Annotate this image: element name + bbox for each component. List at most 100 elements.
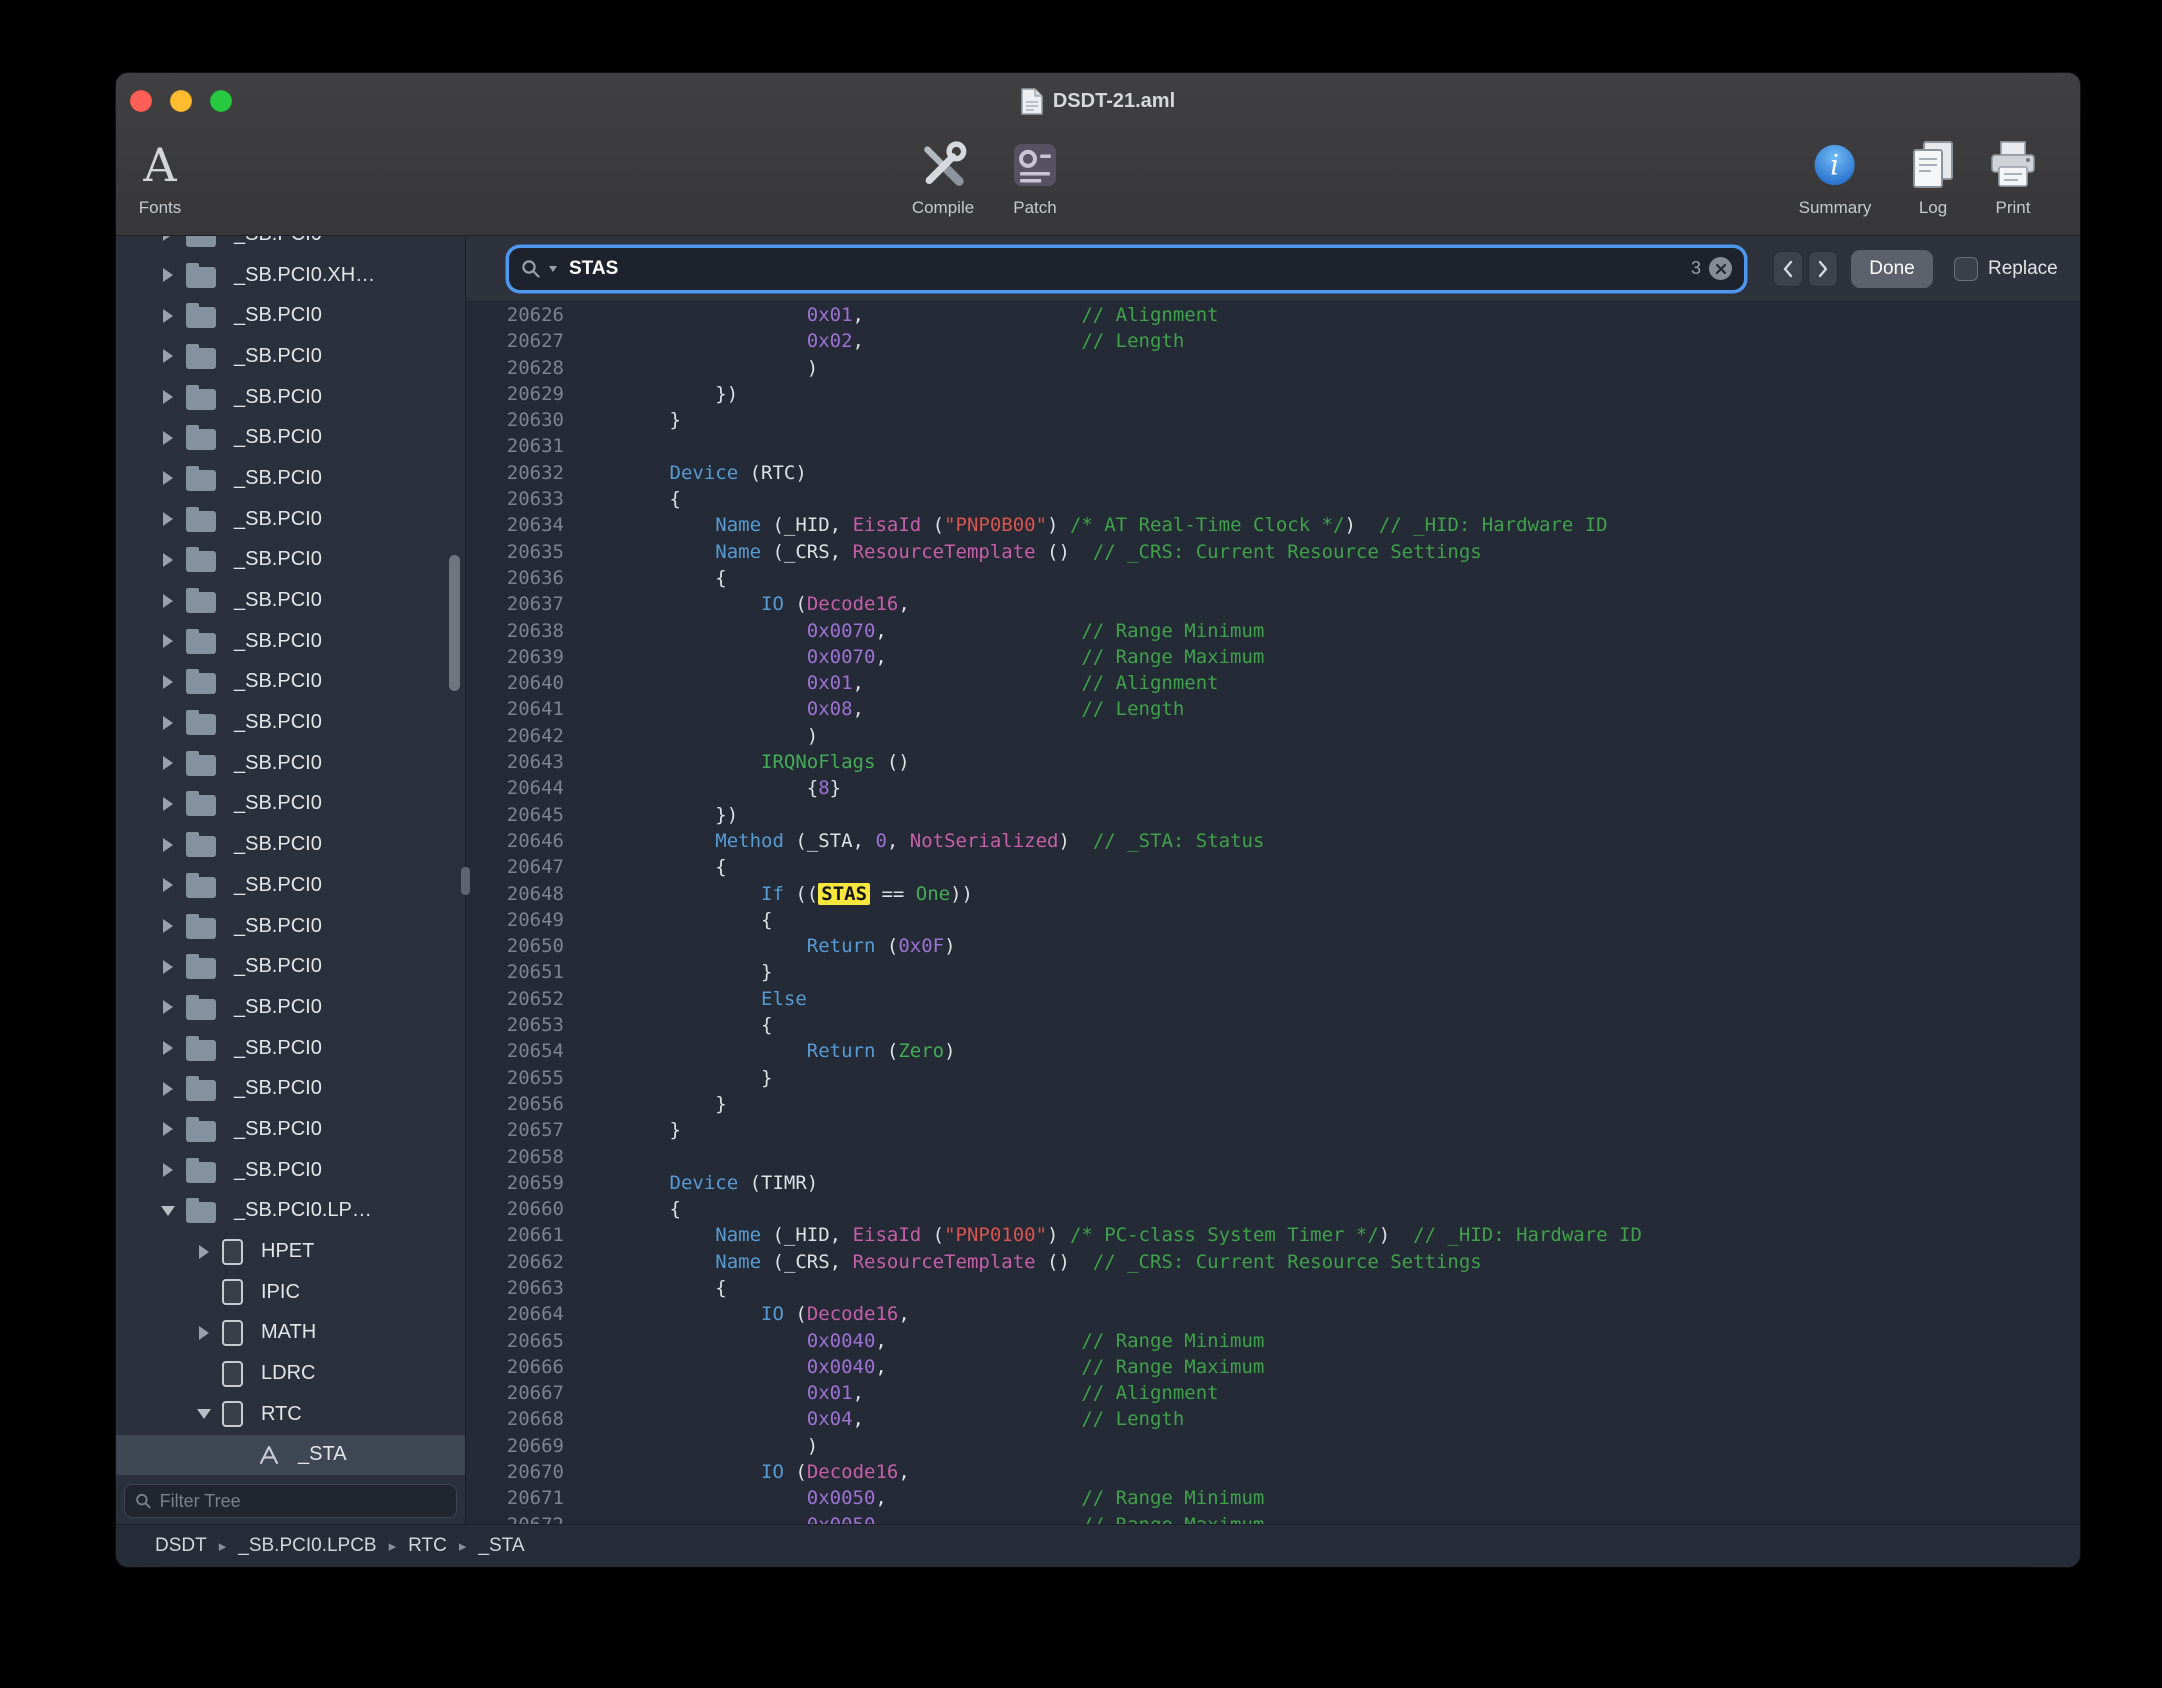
tree-item-_sb-pci0[interactable]: _SB.PCI0: [116, 1150, 465, 1191]
tree-item-_sb-pci0-lp[interactable]: _SB.PCI0.LP…: [116, 1191, 465, 1232]
tree-item-_sb-pci0[interactable]: _SB.PCI0: [116, 336, 465, 377]
disclosure-collapsed-icon[interactable]: [154, 1000, 182, 1014]
tree-item-label: _SB.PCI0: [234, 833, 322, 856]
find-next-button[interactable]: [1808, 251, 1838, 287]
disclosure-collapsed-icon[interactable]: [154, 797, 182, 811]
tree-item-hpet[interactable]: HPET: [116, 1231, 465, 1272]
tree-item-_sb-pci0-xh[interactable]: _SB.PCI0.XH…: [116, 255, 465, 296]
disclosure-collapsed-icon[interactable]: [154, 236, 182, 241]
summary-button[interactable]: i Summary: [1799, 133, 1872, 218]
done-button[interactable]: Done: [1851, 250, 1933, 288]
filter-field[interactable]: [124, 1484, 457, 1518]
find-previous-button[interactable]: [1773, 251, 1803, 287]
tree-item-_sb-pci0[interactable]: _SB.PCI0: [116, 540, 465, 581]
tree-item-rtc[interactable]: RTC: [116, 1394, 465, 1435]
line-number: 20669: [466, 1433, 578, 1459]
disclosure-collapsed-icon[interactable]: [154, 471, 182, 485]
disclosure-collapsed-icon[interactable]: [154, 756, 182, 770]
tree-item-_sb-pci0[interactable]: _SB.PCI0: [116, 580, 465, 621]
code-text: Method (_STA, 0, NotSerialized) // _STA:…: [578, 828, 2080, 854]
disclosure-collapsed-icon[interactable]: [154, 675, 182, 689]
disclosure-expanded-icon[interactable]: [190, 1409, 218, 1419]
disclosure-collapsed-icon[interactable]: [154, 1082, 182, 1096]
folder-icon: [186, 714, 216, 735]
disclosure-collapsed-icon[interactable]: [154, 390, 182, 404]
sidebar-scrollbar[interactable]: [449, 555, 460, 691]
disclosure-expanded-icon[interactable]: [154, 1206, 182, 1216]
code-editor[interactable]: 20626 0x01, // Alignment20627 0x02, // L…: [466, 302, 2080, 1524]
tree-item-_sb-pci0[interactable]: _SB.PCI0: [116, 1068, 465, 1109]
tree-item-_sb-pci0[interactable]: _SB.PCI0: [116, 662, 465, 703]
disclosure-collapsed-icon[interactable]: [154, 268, 182, 282]
tree-item-_sb-pci0[interactable]: _SB.PCI0: [116, 702, 465, 743]
disclosure-collapsed-icon[interactable]: [154, 878, 182, 892]
breadcrumb-item-_sb-pci0-lpcb[interactable]: _SB.PCI0.LPCB: [238, 1535, 376, 1557]
pane-splitter-handle[interactable]: [461, 867, 470, 895]
code-text: 0x0040, // Range Minimum: [578, 1328, 2080, 1354]
tree-item-_sb-pci0[interactable]: _SB.PCI0: [116, 1109, 465, 1150]
code-line-20649: 20649 {: [466, 907, 2080, 933]
tree-item-ipic[interactable]: IPIC: [116, 1272, 465, 1313]
tree-item-label: _SB.PCI0: [234, 345, 322, 368]
titlebar[interactable]: DSDT-21.aml: [116, 73, 2080, 129]
disclosure-collapsed-icon[interactable]: [154, 431, 182, 445]
tree-item-_sb-pci0[interactable]: _SB.PCI0: [116, 865, 465, 906]
disclosure-collapsed-icon[interactable]: [154, 960, 182, 974]
tree-item-_sb-pci0[interactable]: _SB.PCI0: [116, 824, 465, 865]
disclosure-collapsed-icon[interactable]: [154, 1122, 182, 1136]
disclosure-collapsed-icon[interactable]: [154, 838, 182, 852]
replace-checkbox[interactable]: [1954, 257, 1978, 281]
breadcrumb-item-rtc[interactable]: RTC: [408, 1535, 447, 1557]
line-number: 20633: [466, 486, 578, 512]
tree-item-_sb-pci0[interactable]: _SB.PCI0: [116, 784, 465, 825]
tree-item-_sb-pci0[interactable]: _SB.PCI0: [116, 946, 465, 987]
print-button[interactable]: Print: [1985, 133, 2041, 218]
triangle: [161, 1206, 175, 1216]
disclosure-collapsed-icon[interactable]: [154, 349, 182, 363]
tree-item-_sb-pci0[interactable]: _SB.PCI0: [116, 295, 465, 336]
filter-tree-input[interactable]: [160, 1491, 446, 1512]
disclosure-collapsed-icon[interactable]: [154, 716, 182, 730]
disclosure-collapsed-icon[interactable]: [190, 1326, 218, 1340]
clear-search-button[interactable]: [1709, 257, 1732, 280]
code-text: IRQNoFlags (): [578, 749, 2080, 775]
tree-item-_sb-pci0[interactable]: _SB.PCI0: [116, 987, 465, 1028]
tree-item-ldrc[interactable]: LDRC: [116, 1353, 465, 1394]
disclosure-collapsed-icon[interactable]: [190, 1245, 218, 1259]
tree-item-_sb-pci0[interactable]: _SB.PCI0: [116, 377, 465, 418]
disclosure-collapsed-icon[interactable]: [154, 512, 182, 526]
disclosure-collapsed-icon[interactable]: [154, 634, 182, 648]
close-button[interactable]: [130, 90, 152, 112]
tree-item-_sb-pci0[interactable]: _SB.PCI0: [116, 499, 465, 540]
search-query-text[interactable]: STAS: [569, 258, 618, 280]
disclosure-collapsed-icon[interactable]: [154, 309, 182, 323]
tree-item-_sb-pci0[interactable]: _SB.PCI0: [116, 236, 465, 255]
tree-item-_sb-pci0[interactable]: _SB.PCI0: [116, 458, 465, 499]
line-number: 20627: [466, 328, 578, 354]
log-button[interactable]: Log: [1905, 133, 1961, 218]
disclosure-collapsed-icon[interactable]: [154, 553, 182, 567]
disclosure-collapsed-icon[interactable]: [154, 594, 182, 608]
search-menu-chevron-icon[interactable]: [549, 266, 557, 272]
code-text: 0x0070, // Range Minimum: [578, 618, 2080, 644]
tree-item-_sb-pci0[interactable]: _SB.PCI0: [116, 1028, 465, 1069]
tree-item-math[interactable]: MATH: [116, 1313, 465, 1354]
breadcrumb-item-dsdt[interactable]: DSDT: [155, 1535, 207, 1557]
zoom-button[interactable]: [210, 90, 232, 112]
tree-item-_sb-pci0[interactable]: _SB.PCI0: [116, 417, 465, 458]
fonts-button[interactable]: A Fonts: [139, 133, 182, 218]
search-field[interactable]: STAS 3: [509, 248, 1744, 290]
breadcrumb-item-_sta[interactable]: _STA: [478, 1535, 524, 1557]
tree-item-_sb-pci0[interactable]: _SB.PCI0: [116, 743, 465, 784]
tree-item-_sta[interactable]: _STA: [116, 1435, 465, 1476]
triangle: [163, 309, 173, 323]
tree-item-_sb-pci0[interactable]: _SB.PCI0: [116, 621, 465, 662]
disclosure-collapsed-icon[interactable]: [154, 1041, 182, 1055]
compile-button[interactable]: Compile: [912, 133, 974, 218]
minimize-button[interactable]: [170, 90, 192, 112]
disclosure-collapsed-icon[interactable]: [154, 1163, 182, 1177]
line-number: 20654: [466, 1038, 578, 1064]
patch-button[interactable]: Patch: [1007, 133, 1063, 218]
disclosure-collapsed-icon[interactable]: [154, 919, 182, 933]
tree-item-_sb-pci0[interactable]: _SB.PCI0: [116, 906, 465, 947]
